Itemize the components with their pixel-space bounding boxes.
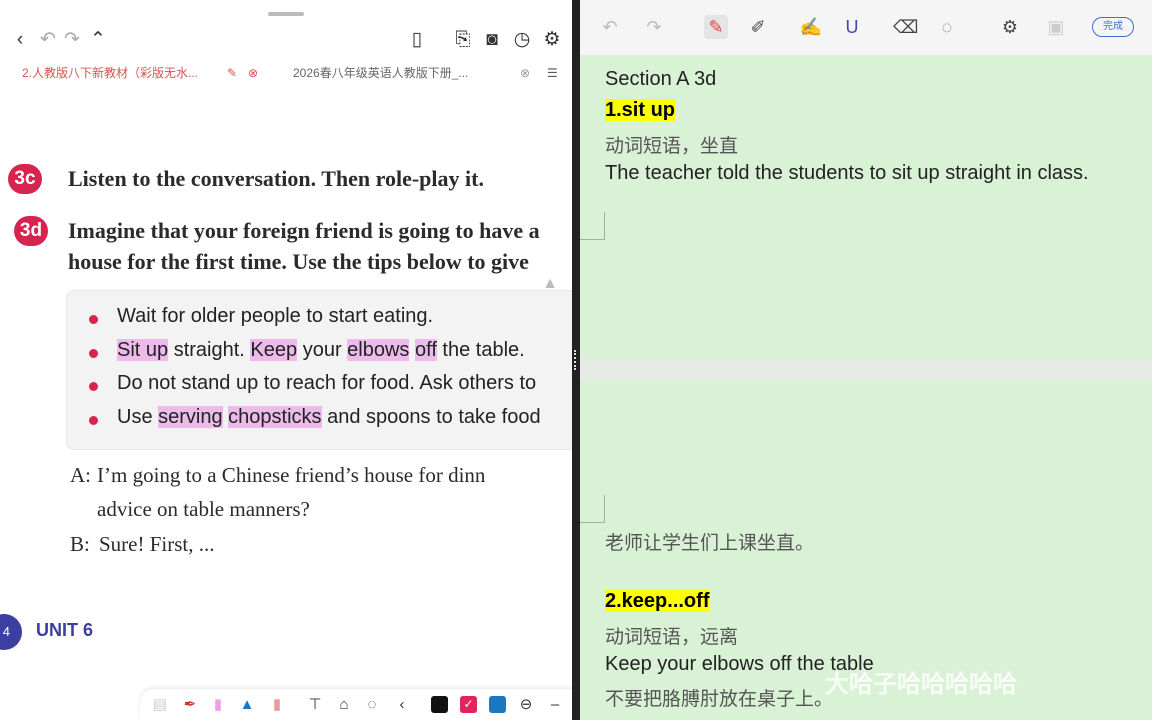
marker-tool-icon[interactable]: ▲ <box>237 695 257 715</box>
dialog-b-line1: Sure! First, ... <box>99 532 215 556</box>
reader-toolbar: ‹ ↶ ↷ ⌃ ▯ ⎘ ◙ ◷ ⚙ <box>0 28 572 52</box>
eraser-tool-icon[interactable]: ▮ <box>267 695 287 715</box>
text-tool-icon[interactable]: ⊤ <box>305 695 325 715</box>
annotation-toolbar: ▤ ✒ ▮ ▲ ▮ ⊤ ⌂ ◌ ‹ ✓ ⊖ – <box>140 688 572 720</box>
heading-3c: Listen to the conversation. Then role-pl… <box>68 166 484 191</box>
tip-text: your <box>297 338 348 361</box>
heading-3d-line2: house for the first time. Use the tips b… <box>68 249 529 274</box>
item2-title: 2.keep...off <box>605 590 710 612</box>
notes-panel: ↶ ↷ ✎ ✐ ✍ U ⌫ ◌ ⚙ ▣ 完成 Section A 3d 1.si… <box>580 0 1152 720</box>
speaker-b: B: <box>70 532 90 556</box>
bullet-icon <box>89 348 98 358</box>
underline-icon[interactable]: U <box>840 15 864 39</box>
divider-grip[interactable] <box>574 350 578 370</box>
tip-item: Wait for older people to start eating. <box>117 305 433 328</box>
bullet-icon <box>89 415 98 425</box>
highlighted-text: serving <box>158 405 223 428</box>
clock-icon[interactable]: ◷ <box>510 28 534 52</box>
item1-pos: 动词短语，坐直 <box>605 136 739 157</box>
eraser-icon[interactable]: ⌫ <box>893 15 918 39</box>
speaker-a: A: <box>70 463 91 487</box>
gear-icon[interactable]: ⚙ <box>540 28 564 52</box>
lasso-icon[interactable]: ◌ <box>935 15 959 39</box>
page-number: 4 <box>0 614 22 650</box>
dialog-a-line2: advice on table manners? <box>97 497 310 521</box>
close-icon[interactable]: ⊗ <box>248 60 258 86</box>
bullet-icon <box>89 315 98 324</box>
item2-pos: 动词短语，远离 <box>605 627 739 648</box>
highlighted-text: chopsticks <box>228 405 322 428</box>
item1-example[interactable]: The teacher told the students to sit up … <box>605 162 1089 185</box>
tip-text: and spoons to take food <box>321 405 541 428</box>
tip-text: straight. <box>168 338 251 361</box>
highlighter-tool-icon[interactable]: ▮ <box>208 695 228 715</box>
highlighted-text: elbows <box>347 338 410 361</box>
tip-text: Do not stand up to reach for food. Ask o… <box>117 372 537 394</box>
item2-translation: 不要把胳膊肘放在桌子上。 <box>605 689 834 710</box>
shapes-icon[interactable]: ⌂ <box>334 695 354 715</box>
tip-text: the table. <box>436 338 525 361</box>
highlighted-text: off <box>415 338 437 361</box>
page-icon[interactable]: ▯ <box>405 28 429 52</box>
color-swatch-red-selected[interactable]: ✓ <box>460 696 477 713</box>
split-divider[interactable] <box>572 0 580 720</box>
highlighter-icon[interactable]: ✐ <box>746 15 770 39</box>
tip-text: Use <box>117 405 159 428</box>
section-title: Section A 3d <box>605 68 717 90</box>
page-break <box>580 358 1152 380</box>
search-doc-icon[interactable]: ⎘ <box>451 28 475 52</box>
document-tabs: 2.人教版八下新教材（彩版无水... ✎ ⊗ 2026春八年级英语人教版下册_.… <box>0 60 572 86</box>
tip-item: Use serving chopsticks and spoons to tak… <box>117 405 541 429</box>
highlighted-text: Keep <box>250 338 298 361</box>
watermark: 大哈子哈哈哈哈哈 <box>825 671 1017 698</box>
item1-title: 1.sit up <box>605 99 676 121</box>
chevron-up-icon[interactable]: ⌃ <box>86 28 110 52</box>
pen-tool-icon[interactable]: ✒ <box>180 695 200 715</box>
badge-3c: 3c <box>8 164 42 194</box>
paper-icon[interactable]: ▤ <box>150 695 170 715</box>
tab-document-2[interactable]: 2026春八年级英语人教版下册_... <box>293 60 468 86</box>
tips-box: Wait for older people to start eating. Si… <box>66 290 572 450</box>
item1-translation: 老师让学生们上课坐直。 <box>605 533 815 554</box>
undo-icon[interactable]: ↶ <box>36 28 60 52</box>
gear-icon[interactable]: ⚙ <box>998 15 1022 39</box>
stroke-line-icon[interactable]: – <box>545 695 565 715</box>
notes-toolbar: ↶ ↷ ✎ ✐ ✍ U ⌫ ◌ ⚙ ▣ 完成 <box>580 0 1152 55</box>
pen-icon[interactable]: ✎ <box>704 15 728 39</box>
textbox-corner[interactable] <box>580 212 605 240</box>
redo-icon[interactable]: ↷ <box>642 15 666 39</box>
drag-handle[interactable] <box>268 12 304 16</box>
list-icon[interactable]: ☰ <box>547 60 558 86</box>
back-icon[interactable]: ‹ <box>8 28 32 52</box>
heading-3d-line1: Imagine that your foreign friend is goin… <box>68 218 540 243</box>
highlighted-text: Sit up <box>117 338 169 361</box>
preview-icon[interactable]: ◙ <box>480 28 504 52</box>
tip-item: Do not stand up to reach for food. Ask o… <box>117 372 536 395</box>
textbook-page: 3c Listen to the conversation. Then role… <box>0 90 572 680</box>
color-swatch-black[interactable] <box>431 696 448 713</box>
lasso-select-icon[interactable]: ◌ <box>362 695 382 715</box>
tip-item: Sit up straight. Keep your elbows off th… <box>117 338 525 362</box>
tip-text: Wait for older people to start eating. <box>117 305 434 327</box>
dialog-a-line1: I’m going to a Chinese friend’s house fo… <box>97 463 486 487</box>
color-swatch-blue[interactable] <box>489 696 506 713</box>
unit-label: UNIT 6 <box>36 620 94 640</box>
save-icon[interactable]: ▣ <box>1044 15 1068 39</box>
highlight-pen-icon[interactable]: ✍ <box>799 15 823 39</box>
chevron-left-icon[interactable]: ‹ <box>392 695 412 715</box>
close-icon[interactable]: ⊗ <box>520 60 530 86</box>
tab-document-1[interactable]: 2.人教版八下新教材（彩版无水... <box>22 60 198 86</box>
pdf-reader-panel: ‹ ↶ ↷ ⌃ ▯ ⎘ ◙ ◷ ⚙ 2.人教版八下新教材（彩版无水... ✎ ⊗… <box>0 0 572 720</box>
textbox-corner[interactable] <box>580 495 605 523</box>
bullet-icon <box>89 382 98 391</box>
stroke-width-icon[interactable]: ⊖ <box>516 695 536 715</box>
done-button[interactable]: 完成 <box>1092 17 1134 37</box>
redo-icon[interactable]: ↷ <box>60 28 84 52</box>
badge-3d: 3d <box>14 216 48 246</box>
edit-icon[interactable]: ✎ <box>227 60 237 86</box>
undo-icon[interactable]: ↶ <box>598 15 622 39</box>
